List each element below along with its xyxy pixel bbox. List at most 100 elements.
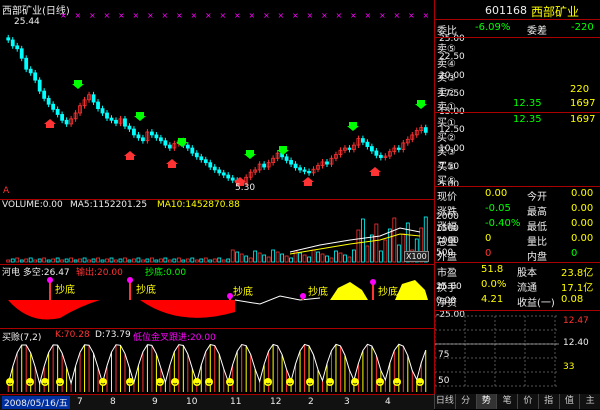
volume-bar — [298, 252, 302, 263]
indicator-positive-area — [395, 280, 428, 300]
order-row[interactable]: 卖④ — [435, 55, 600, 70]
tab-2[interactable]: 势 — [475, 394, 497, 409]
tab-7[interactable]: 主 — [579, 394, 600, 409]
volume-bar — [239, 253, 244, 263]
order-level-label: 卖④ — [437, 58, 456, 70]
indicator-negative-area — [140, 300, 235, 318]
top-marker: × — [147, 11, 154, 20]
candle-body — [163, 140, 168, 146]
order-volume: 220 — [570, 83, 590, 95]
current-date: 2008/05/16/五 — [2, 396, 70, 409]
candle-body — [203, 159, 208, 164]
volume-bar — [154, 259, 159, 263]
volume-bar — [96, 257, 100, 263]
volume-bar — [334, 250, 338, 263]
order-row[interactable]: 买② — [435, 129, 600, 144]
volume-bar — [307, 256, 311, 263]
quote-value: 0.00 — [571, 218, 594, 229]
order-price: 12.35 — [513, 114, 542, 125]
signal-dot — [370, 279, 376, 285]
order-row[interactable]: 卖② 220 — [435, 84, 600, 99]
order-row[interactable]: 卖③ — [435, 69, 600, 84]
divider — [435, 262, 600, 263]
candle-body — [158, 137, 163, 142]
candle-body — [325, 161, 329, 165]
tab-3[interactable]: 笔 — [496, 394, 517, 409]
tab-6[interactable]: 值 — [558, 394, 580, 409]
volume-bar — [235, 251, 240, 263]
order-price: 12.35 — [513, 98, 542, 109]
indicator-bottom: 抄底:0.00 — [145, 268, 187, 278]
indicator-positive-area — [330, 282, 368, 300]
top-marker: × — [234, 11, 241, 20]
volume-bar — [356, 229, 361, 263]
quote-row: 外盘 0 内盘 0 — [435, 248, 600, 263]
quote-label: 外盘 — [437, 252, 457, 263]
candle-body — [199, 156, 204, 161]
volume-bar — [352, 249, 356, 263]
month-label: 12 — [270, 397, 282, 407]
tab-1[interactable]: 分 — [454, 394, 476, 409]
quote-label: 最低 — [527, 222, 547, 233]
kd-k: K:70.28 — [55, 330, 90, 340]
stats-value: 4.21 — [481, 294, 504, 305]
top-marker: × — [423, 11, 430, 20]
tab-0[interactable]: 日线 — [434, 394, 455, 409]
stats-row: 净资 4.21 收益(一) 0.08 — [435, 294, 600, 309]
volume-label: VOLUME:0.00 — [2, 200, 63, 210]
divider — [435, 112, 600, 113]
volume-bar — [69, 257, 73, 263]
buy-arrow-icon — [302, 177, 314, 186]
top-marker: × — [350, 11, 357, 20]
volume-bar — [37, 258, 42, 263]
volume-bar — [343, 254, 347, 263]
volume-bar — [176, 257, 181, 263]
order-row[interactable]: 卖⑤ — [435, 40, 600, 55]
candle-body — [33, 72, 38, 81]
candle-body — [167, 144, 172, 149]
volume-bar — [275, 251, 280, 263]
smiley-icon — [306, 378, 314, 386]
volume-bar — [387, 228, 392, 263]
candle-body — [221, 172, 226, 176]
candle-body — [226, 174, 231, 179]
volume-bar — [181, 259, 186, 263]
candle-body — [46, 98, 51, 105]
sell-arrow-icon — [134, 112, 146, 121]
volume-bar — [132, 258, 136, 263]
top-marker: × — [75, 11, 82, 20]
top-marker: × — [263, 11, 270, 20]
order-row[interactable]: 卖① 12.35 1697 — [435, 98, 600, 113]
top-marker: × — [220, 11, 227, 20]
quote-value: 0.00 — [571, 233, 594, 244]
tab-5[interactable]: 指 — [537, 394, 559, 409]
candle-body — [132, 128, 136, 136]
smiley-icon — [41, 378, 49, 386]
quote-value: 0.00 — [571, 188, 594, 199]
volume-bar — [374, 223, 379, 263]
bottom-tabs: 日线分势笔价指值主 — [434, 394, 600, 409]
order-row[interactable]: 买④ — [435, 158, 600, 173]
order-row[interactable]: 买① 12.35 1697 — [435, 114, 600, 129]
smiley-icon — [351, 378, 359, 386]
volume-bar — [320, 253, 325, 263]
weicha-label: 委差 — [527, 26, 547, 37]
order-row[interactable]: 买⑤ — [435, 172, 600, 187]
divider — [435, 186, 600, 187]
volume-bar — [289, 257, 293, 263]
quote-label: 今开 — [527, 192, 547, 203]
order-row[interactable]: 买③ — [435, 143, 600, 158]
buy-signal-label: 抄底 — [136, 285, 156, 296]
top-marker: × — [89, 11, 96, 20]
order-level-label: 买③ — [437, 147, 456, 158]
volume-bar — [208, 259, 213, 263]
tab-4[interactable]: 价 — [517, 394, 538, 409]
month-label: 8 — [110, 397, 116, 407]
volume-bar — [33, 259, 38, 263]
ma10-label: MA10:1452870.88 — [157, 200, 240, 210]
stats-label: 股本 — [517, 268, 537, 279]
candle-body — [51, 103, 56, 110]
chart-area[interactable]: 西部矿业(日线) 25.00 22.50 20.00 17.50 15.00 12.50 1… — [0, 0, 465, 410]
volume-bar — [100, 259, 105, 263]
volume-bar — [6, 259, 11, 263]
